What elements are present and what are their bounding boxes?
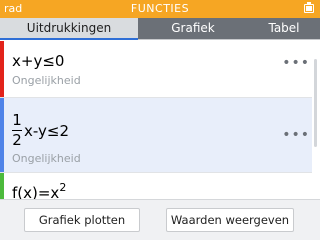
status-bar: rad FUNCTIES	[0, 0, 320, 18]
exponent: 2	[59, 181, 67, 194]
tab-tabel[interactable]: Tabel	[248, 18, 320, 39]
action-bar: Grafiek plotten Waarden weergeven	[0, 199, 320, 240]
expression-text: f(x)=x	[12, 184, 60, 199]
fraction-numerator: 1	[12, 111, 22, 129]
battery-icon	[304, 2, 314, 13]
expression-list: x+y≤0 Ongelijkheid ••• 1 2 x-y≤2 Ongelij…	[0, 41, 320, 199]
app-title: FUNCTIES	[130, 2, 190, 15]
expression-formula: 1 2 x-y≤2	[12, 112, 69, 149]
expression-formula: f(x)=x2	[12, 181, 66, 199]
expression-row[interactable]: x+y≤0 Ongelijkheid •••	[0, 41, 312, 98]
tab-bar: Uitdrukkingen Grafiek Tabel	[0, 18, 320, 40]
color-indicator	[0, 173, 4, 199]
expression-type: Ongelijkheid	[12, 152, 81, 165]
tab-uitdrukkingen[interactable]: Uitdrukkingen	[0, 18, 138, 40]
fraction: 1 2	[12, 112, 22, 149]
expression-row[interactable]: f(x)=x2	[0, 173, 312, 199]
expression-text: x+y≤0	[12, 52, 65, 70]
expression-text: x-y≤2	[24, 121, 70, 140]
ellipsis-icon[interactable]: •••	[282, 55, 310, 71]
scrollbar[interactable]	[312, 41, 320, 199]
color-indicator	[0, 98, 4, 172]
scrollbar-thumb[interactable]	[314, 59, 317, 147]
fraction-denominator: 2	[12, 131, 22, 149]
plot-graph-button[interactable]: Grafiek plotten	[24, 208, 140, 232]
expression-row[interactable]: 1 2 x-y≤2 Ongelijkheid •••	[0, 98, 312, 173]
expression-type: Ongelijkheid	[12, 74, 81, 87]
tab-grafiek[interactable]: Grafiek	[138, 18, 248, 39]
color-indicator	[0, 41, 4, 97]
ellipsis-icon[interactable]: •••	[282, 127, 310, 143]
show-values-button[interactable]: Waarden weergeven	[166, 208, 294, 232]
